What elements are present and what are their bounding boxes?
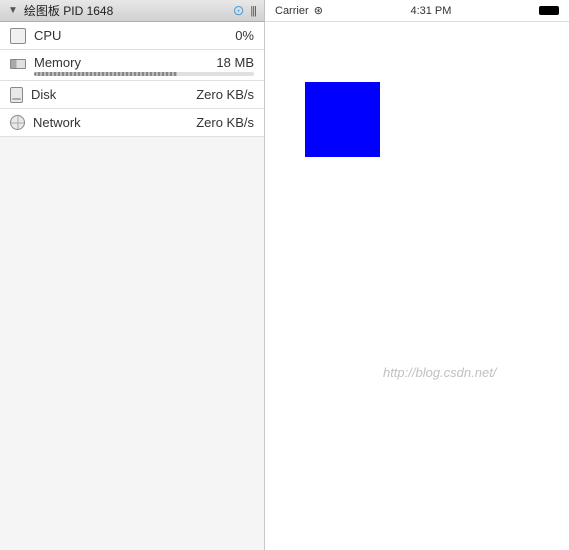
disk-label: Disk (31, 87, 196, 102)
dropdown-arrow-icon: ▼ (8, 5, 18, 16)
memory-bar-fill (34, 72, 177, 76)
network-icon (10, 115, 25, 130)
main-content: CPU 0% Memory 18 MB (0, 22, 569, 550)
ios-app-panel: http://blog.csdn.net/ (265, 22, 569, 550)
memory-row[interactable]: Memory 18 MB (0, 50, 264, 72)
top-bar-row: ▼ 绘图板 PID 1648 ⊙ ||| Carrier ⊛ 4:31 PM (0, 0, 569, 22)
disk-value: Zero KB/s (196, 87, 254, 102)
instruments-title-bar: ▼ 绘图板 PID 1648 ⊙ ||| (0, 0, 265, 22)
ios-battery-icon (539, 6, 559, 15)
cpu-value: 0% (235, 28, 254, 43)
network-value: Zero KB/s (196, 115, 254, 130)
network-row[interactable]: Network Zero KB/s (0, 109, 264, 137)
instruments-title: 绘图板 PID 1648 (24, 2, 227, 19)
ios-status-bar: Carrier ⊛ 4:31 PM (265, 0, 569, 22)
memory-value: 18 MB (216, 55, 254, 70)
network-label: Network (33, 115, 196, 130)
ios-carrier: Carrier ⊛ (275, 4, 323, 17)
memory-icon (10, 59, 26, 69)
blue-rectangle (305, 82, 380, 157)
instruments-panel: CPU 0% Memory 18 MB (0, 22, 265, 550)
memory-label: Memory (34, 55, 216, 70)
disk-row[interactable]: Disk Zero KB/s (0, 81, 264, 109)
memory-bar-row (0, 72, 264, 80)
cpu-row[interactable]: CPU 0% (0, 22, 264, 50)
memory-bar-bg (34, 72, 254, 76)
app-container: ▼ 绘图板 PID 1648 ⊙ ||| Carrier ⊛ 4:31 PM C… (0, 0, 569, 550)
disk-icon (10, 87, 23, 103)
cpu-label: CPU (34, 28, 235, 43)
instruments-empty (0, 137, 264, 550)
ios-wifi-icon: ⊛ (314, 5, 323, 17)
audio-icon[interactable]: ||| (250, 5, 256, 17)
watermark: http://blog.csdn.net/ (383, 365, 496, 380)
record-icon[interactable]: ⊙ (233, 2, 245, 19)
ios-time: 4:31 PM (410, 5, 451, 17)
cpu-icon (10, 28, 26, 44)
memory-section: Memory 18 MB (0, 50, 264, 81)
